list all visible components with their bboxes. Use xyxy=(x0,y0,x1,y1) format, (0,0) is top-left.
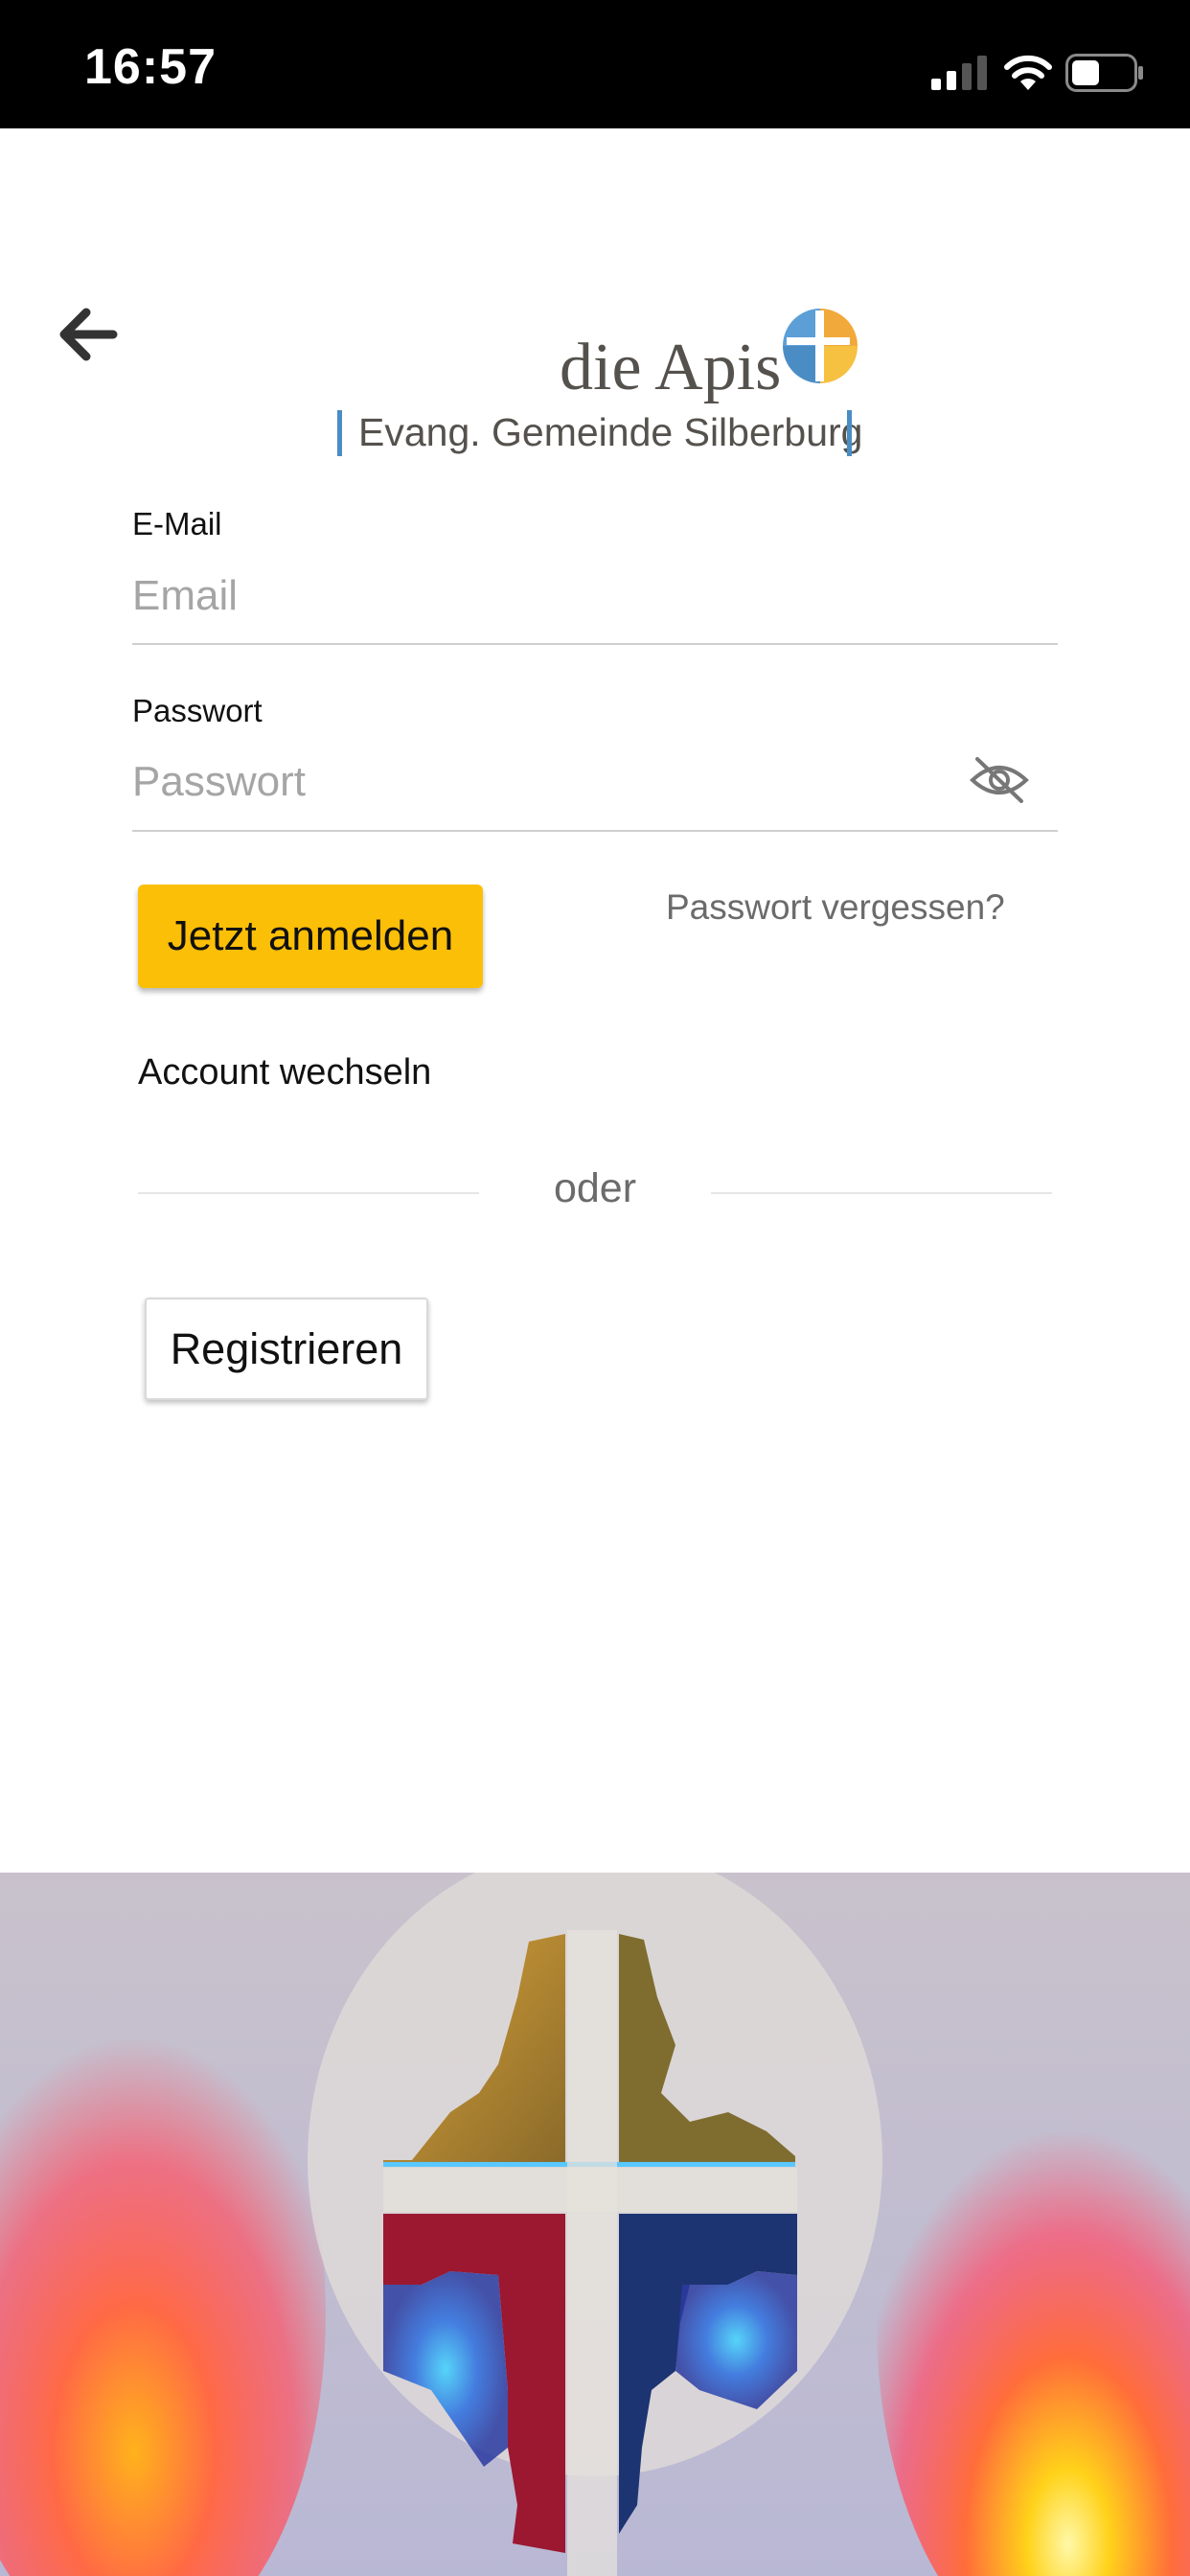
status-bar: 16:57 xyxy=(0,0,1190,128)
divider-label: oder xyxy=(553,1165,637,1211)
wifi-icon xyxy=(1004,55,1052,90)
logo-name: die Apis xyxy=(560,331,782,404)
cellular-signal-icon xyxy=(931,56,987,90)
divider-left xyxy=(138,1192,479,1194)
eye-slash-icon[interactable] xyxy=(968,753,1031,807)
register-button[interactable]: Registrieren xyxy=(145,1298,428,1400)
forgot-password-link[interactable]: Passwort vergessen? xyxy=(666,887,1005,928)
status-time: 16:57 xyxy=(84,39,217,95)
email-underline xyxy=(132,643,1058,645)
illuminated-cross-image xyxy=(0,1873,1190,2576)
battery-icon xyxy=(1065,54,1143,92)
logo-subtitle: Evang. Gemeinde Silberburg xyxy=(358,410,863,454)
password-underline xyxy=(132,830,1058,832)
email-field[interactable] xyxy=(132,558,1058,634)
password-label: Passwort xyxy=(132,693,263,728)
cross-logo-icon xyxy=(783,309,858,383)
logo: die Apis Evang. Gemeinde Silberburg xyxy=(326,299,881,462)
logo-bar-left xyxy=(337,410,342,456)
email-label: E-Mail xyxy=(132,506,222,541)
hero-image xyxy=(0,1873,1190,2576)
password-field[interactable] xyxy=(132,744,956,820)
login-button[interactable]: Jetzt anmelden xyxy=(138,885,483,988)
divider-right xyxy=(711,1192,1052,1194)
arrow-left-icon[interactable] xyxy=(56,305,119,364)
switch-account-link[interactable]: Account wechseln xyxy=(138,1052,431,1093)
logo-bar-right xyxy=(847,410,852,456)
